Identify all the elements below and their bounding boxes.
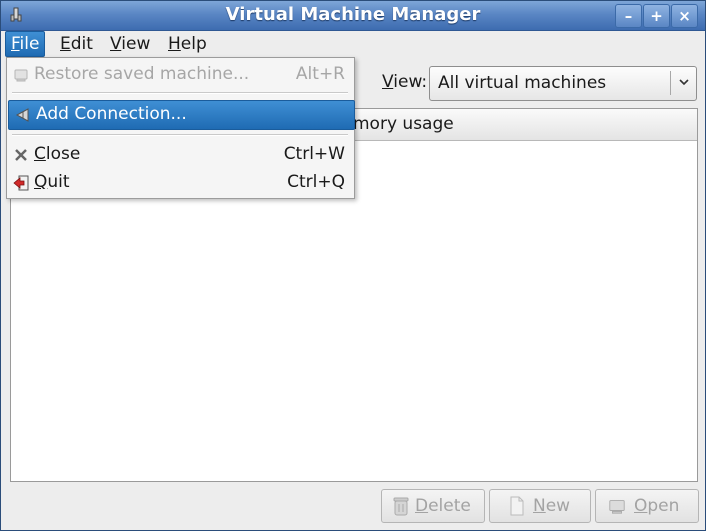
menu-item-accelerator: Ctrl+W	[283, 144, 345, 164]
menu-item-restore-saved-machine[interactable]: Restore saved machine... Alt+R	[7, 61, 354, 88]
delete-button-mnemonic: D	[415, 496, 429, 516]
view-filter-select[interactable]: All virtual machines	[429, 66, 697, 101]
select-divider	[670, 71, 671, 95]
menu-item-close-rest: lose	[45, 144, 81, 164]
menu-edit[interactable]: Edit	[55, 31, 98, 57]
open-button-label: Open	[634, 496, 679, 516]
trash-icon	[393, 497, 409, 516]
view-filter-label: View:	[382, 72, 427, 92]
new-button-rest: ew	[545, 496, 571, 516]
view-filter-label-mnemonic: V	[382, 72, 394, 92]
menu-item-quit[interactable]: Quit Ctrl+Q	[7, 169, 354, 196]
restore-icon	[14, 69, 28, 82]
minimize-button[interactable]: –	[615, 4, 642, 28]
monitor-icon	[609, 500, 625, 514]
menu-file[interactable]: File	[5, 31, 46, 57]
menu-item-accelerator: Ctrl+Q	[287, 172, 345, 192]
menu-item-accelerator: Alt+R	[295, 64, 345, 84]
menu-help-mnemonic: H	[168, 34, 181, 54]
view-filter-value: All virtual machines	[438, 73, 607, 93]
menu-help[interactable]: Help	[163, 31, 212, 57]
delete-button-label: Delete	[415, 496, 471, 516]
menu-edit-mnemonic: E	[60, 34, 71, 54]
chevron-down-icon	[679, 79, 689, 86]
delete-button[interactable]: Delete	[381, 489, 485, 523]
menu-view-label: iew	[121, 34, 151, 54]
open-button[interactable]: Open	[595, 489, 699, 523]
view-filter-label-rest: iew:	[393, 72, 428, 92]
main-window: Virtual Machine Manager – + × File Edit …	[0, 0, 706, 531]
new-button[interactable]: New	[489, 489, 591, 523]
menu-item-label: Close	[34, 141, 80, 168]
menu-item-add-connection[interactable]: Add Connection...	[8, 100, 355, 130]
open-button-rest: pen	[647, 496, 680, 516]
close-window-button[interactable]: ×	[671, 4, 698, 28]
open-button-mnemonic: O	[634, 496, 648, 516]
menu-item-close-mnemonic: C	[34, 144, 46, 164]
menu-view-mnemonic: V	[110, 34, 122, 54]
maximize-button[interactable]: +	[643, 4, 670, 28]
delete-button-rest: elete	[428, 496, 471, 516]
menu-separator	[12, 134, 348, 136]
new-button-mnemonic: N	[533, 496, 546, 516]
menu-file-label: ile	[19, 34, 40, 54]
window-title: Virtual Machine Manager	[225, 4, 481, 25]
menu-item-label: Add Connection...	[36, 104, 187, 124]
new-document-icon	[510, 496, 524, 516]
menu-separator	[12, 92, 348, 94]
menu-item-close[interactable]: Close Ctrl+W	[7, 141, 354, 168]
quit-icon	[13, 175, 29, 191]
menu-file-mnemonic: F	[11, 34, 20, 54]
title-bar[interactable]: Virtual Machine Manager – + ×	[1, 1, 705, 31]
menu-help-label: elp	[180, 34, 207, 54]
menu-item-quit-mnemonic: Q	[34, 172, 48, 192]
menu-item-label: Restore saved machine...	[34, 64, 250, 84]
close-icon	[15, 149, 27, 161]
menu-bar: File Edit View Help	[1, 31, 705, 57]
new-button-label: New	[533, 496, 570, 516]
menu-item-quit-rest: uit	[47, 172, 70, 192]
menu-edit-label: dit	[70, 34, 93, 54]
add-connection-icon	[15, 108, 29, 122]
menu-view[interactable]: View	[105, 31, 155, 57]
menu-item-label: Quit	[34, 169, 70, 196]
file-menu-dropdown: Restore saved machine... Alt+R Add Conne…	[6, 57, 355, 199]
